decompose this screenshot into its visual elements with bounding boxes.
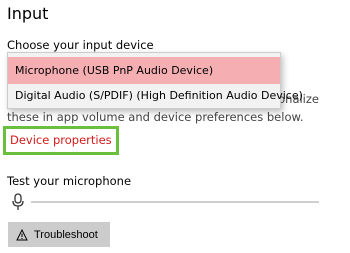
dropdown-option-digital-audio[interactable]: Digital Audio (S/PDIF) (High Definition … <box>8 82 303 109</box>
input-device-dropdown[interactable]: Microphone (USB PnP Audio Device) Digita… <box>7 52 303 109</box>
dropdown-option-microphone[interactable]: Microphone (USB PnP Audio Device) <box>8 57 280 84</box>
warning-icon <box>16 228 28 241</box>
microphone-icon <box>11 193 25 211</box>
section-title: Input <box>7 4 49 23</box>
troubleshoot-label: Troubleshoot <box>34 228 98 241</box>
microphone-level-meter <box>31 201 319 203</box>
input-device-label: Choose your input device <box>7 38 154 52</box>
description-line-2: these in app volume and device preferenc… <box>7 110 304 124</box>
device-properties-link[interactable]: Device properties <box>3 126 119 155</box>
test-microphone-label: Test your microphone <box>7 174 132 188</box>
sound-input-settings: Input Choose your input device sonalize … <box>0 0 350 253</box>
troubleshoot-button[interactable]: Troubleshoot <box>8 222 110 247</box>
